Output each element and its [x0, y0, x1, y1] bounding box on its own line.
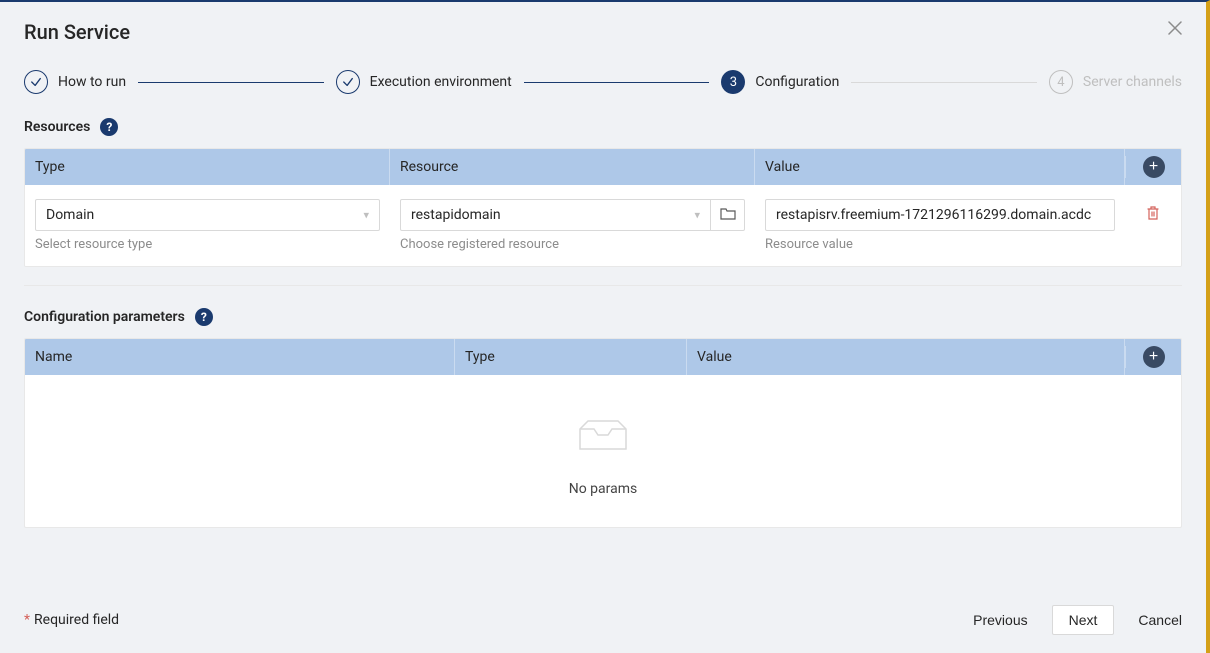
col-add: +	[1125, 156, 1181, 178]
step-label: Server channels	[1083, 74, 1182, 90]
modal-footer: *Required field Previous Next Cancel	[0, 591, 1206, 653]
help-icon[interactable]: ?	[100, 118, 118, 136]
resource-value-input[interactable]	[765, 199, 1115, 231]
chevron-down-icon: ▾	[363, 209, 369, 222]
step-number: 3	[721, 70, 745, 94]
plus-icon: +	[1149, 159, 1158, 175]
resources-title: Resources	[24, 119, 90, 135]
next-button[interactable]: Next	[1052, 605, 1115, 635]
resource-hint: Choose registered resource	[400, 237, 745, 252]
asterisk-icon: *	[24, 612, 30, 628]
modal-header: Run Service	[0, 2, 1206, 52]
delete-row-button[interactable]	[1146, 205, 1160, 225]
step-configuration[interactable]: 3 Configuration	[721, 70, 839, 94]
resources-table-header: Type Resource Value +	[25, 149, 1181, 185]
cancel-button[interactable]: Cancel	[1138, 612, 1182, 628]
select-value: restapidomain	[411, 207, 501, 223]
step-how-to-run[interactable]: How to run	[24, 70, 126, 94]
step-label: How to run	[58, 74, 126, 90]
resource-type-select[interactable]: Domain ▾	[35, 199, 380, 231]
value-hint: Resource value	[765, 237, 1115, 252]
folder-icon	[720, 207, 736, 224]
col-name: Name	[25, 339, 455, 375]
step-label: Execution environment	[370, 74, 512, 90]
step-connector	[851, 82, 1037, 83]
step-connector	[138, 82, 324, 83]
run-service-modal: Run Service How to run Execution environ…	[0, 0, 1210, 653]
help-icon[interactable]: ?	[195, 308, 213, 326]
resources-table: Type Resource Value + Domain ▾ S	[24, 148, 1182, 267]
col-add: +	[1125, 346, 1181, 368]
required-label: Required field	[34, 612, 119, 628]
table-row: Domain ▾ Select resource type restapidom…	[25, 185, 1181, 266]
step-label: Configuration	[755, 74, 839, 90]
plus-icon: +	[1149, 349, 1158, 365]
step-server-channels: 4 Server channels	[1049, 70, 1182, 94]
close-icon	[1168, 19, 1182, 39]
col-type: Type	[25, 149, 390, 185]
check-icon	[336, 70, 360, 94]
empty-box-icon	[574, 465, 632, 481]
col-param-type: Type	[455, 339, 687, 375]
previous-button[interactable]: Previous	[973, 612, 1027, 628]
add-param-button[interactable]: +	[1143, 346, 1165, 368]
trash-icon	[1146, 209, 1160, 225]
browse-resource-button[interactable]	[711, 199, 745, 231]
params-heading: Configuration parameters ?	[24, 308, 1182, 326]
step-number: 4	[1049, 70, 1073, 94]
section-divider	[24, 285, 1182, 286]
wizard-steps: How to run Execution environment 3 Confi…	[0, 52, 1206, 118]
step-connector	[524, 82, 710, 83]
params-title: Configuration parameters	[24, 309, 185, 325]
close-button[interactable]	[1168, 20, 1182, 38]
modal-content: Resources ? Type Resource Value + Domai	[0, 118, 1206, 608]
resources-heading: Resources ?	[24, 118, 1182, 136]
empty-text: No params	[25, 481, 1181, 497]
required-field-note: *Required field	[24, 612, 119, 628]
params-table-header: Name Type Value +	[25, 339, 1181, 375]
type-hint: Select resource type	[35, 237, 380, 252]
params-table: Name Type Value + No params	[24, 338, 1182, 528]
col-param-value: Value	[687, 339, 1125, 375]
params-empty-state: No params	[25, 375, 1181, 527]
select-value: Domain	[46, 207, 94, 223]
check-icon	[24, 70, 48, 94]
col-value: Value	[755, 149, 1125, 185]
resource-select[interactable]: restapidomain ▾	[400, 199, 711, 231]
modal-title: Run Service	[24, 20, 130, 44]
resources-table-body: Domain ▾ Select resource type restapidom…	[25, 185, 1181, 266]
resource-combo: restapidomain ▾	[400, 199, 745, 231]
step-execution-environment[interactable]: Execution environment	[336, 70, 512, 94]
add-resource-button[interactable]: +	[1143, 156, 1165, 178]
footer-buttons: Previous Next Cancel	[973, 605, 1182, 635]
col-resource: Resource	[390, 149, 755, 185]
chevron-down-icon: ▾	[694, 209, 700, 222]
